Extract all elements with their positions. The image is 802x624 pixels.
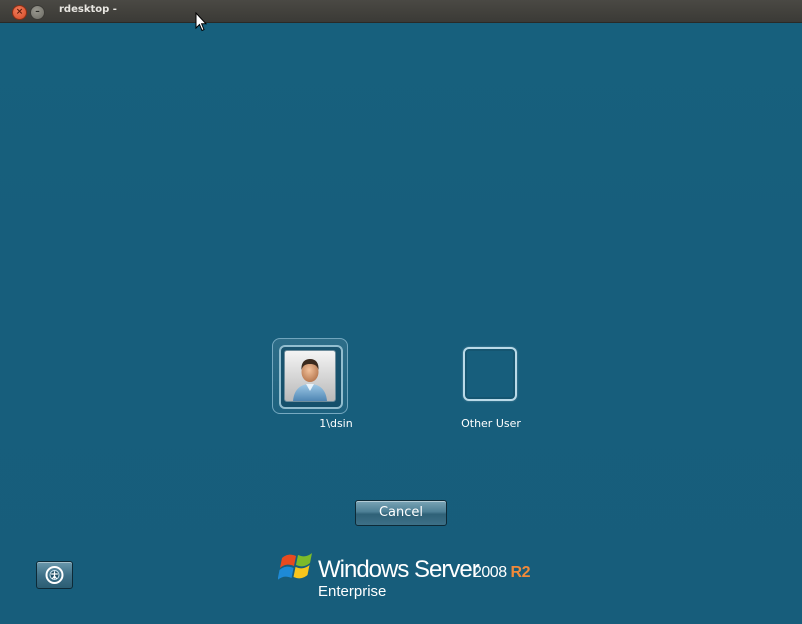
- blank-user-tile: [463, 347, 517, 401]
- product-edition: Enterprise: [318, 583, 387, 600]
- ease-of-access-button[interactable]: [36, 561, 73, 589]
- user-name-label: 1\dsin: [319, 417, 353, 430]
- product-version: 2008 R2: [473, 564, 531, 582]
- release-label: R2: [510, 564, 531, 581]
- version-number: 2008: [473, 564, 507, 581]
- minimize-window-button[interactable]: –: [30, 5, 45, 20]
- ease-of-access-icon: [45, 566, 64, 584]
- user-avatar-icon: [284, 350, 336, 402]
- mouse-cursor-icon: [195, 12, 207, 32]
- close-window-button[interactable]: ×: [12, 5, 27, 20]
- product-name: Windows Server: [318, 556, 480, 583]
- cancel-button[interactable]: Cancel: [355, 500, 447, 526]
- user-tile-dsin[interactable]: [272, 338, 348, 414]
- window-title: rdesktop -: [59, 4, 117, 15]
- other-user-tile[interactable]: [463, 347, 517, 401]
- windows-flag-logo-icon: [278, 553, 312, 580]
- logon-screen: [0, 23, 802, 624]
- window-titlebar[interactable]: × – rdesktop -: [0, 0, 802, 23]
- other-user-label: Other User: [461, 417, 521, 430]
